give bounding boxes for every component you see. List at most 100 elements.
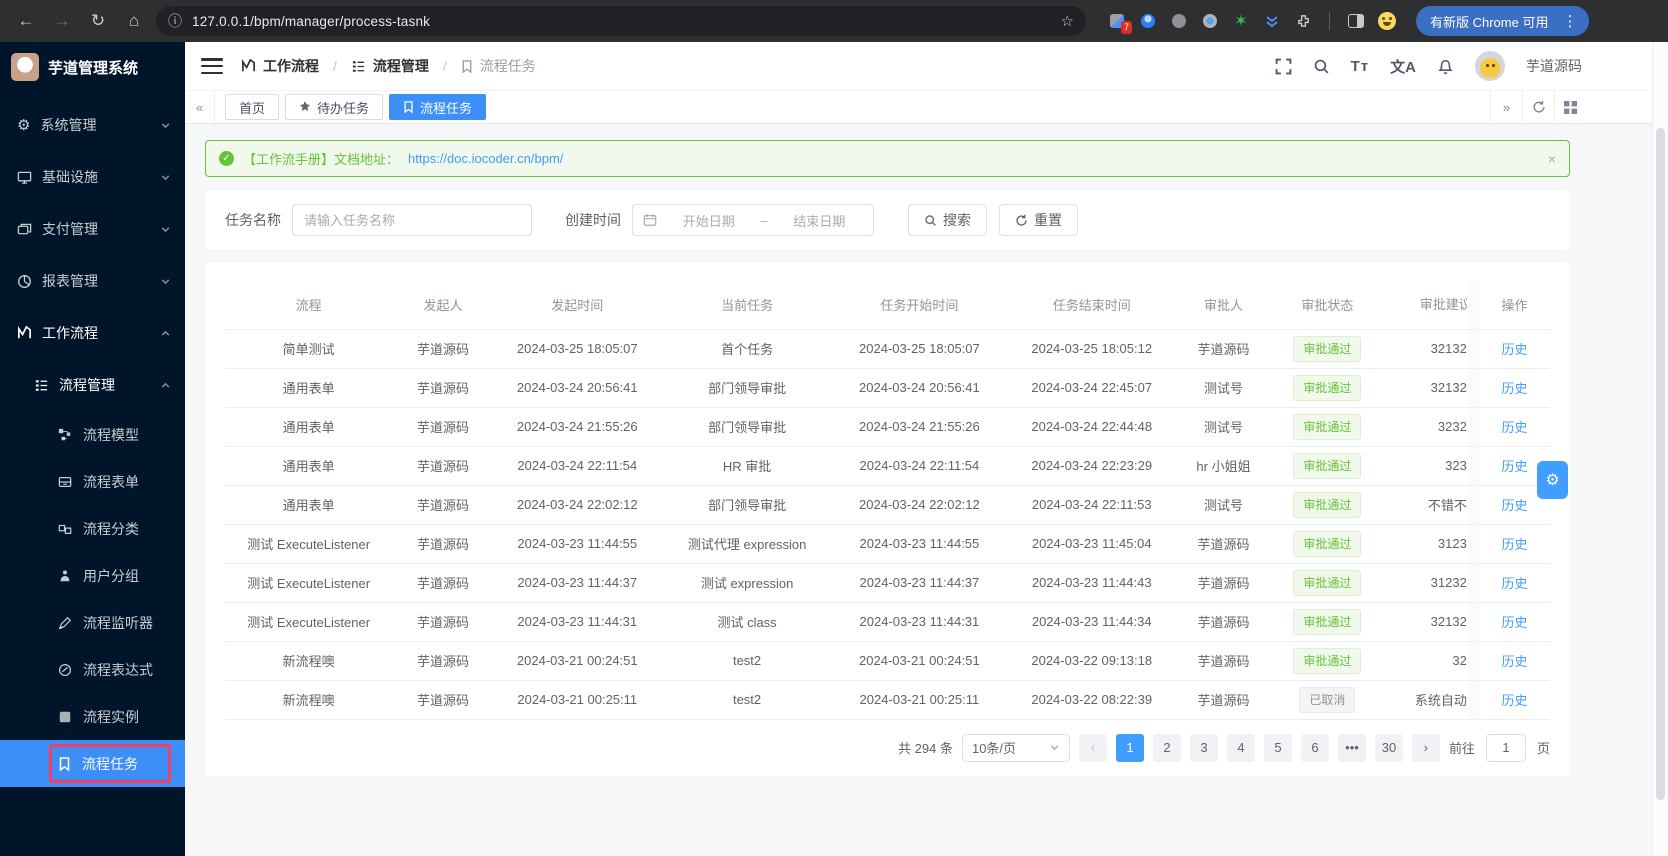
date-range-picker[interactable]: 开始日期 – 结束日期 <box>632 204 874 236</box>
language-icon[interactable]: 文A <box>1390 56 1416 77</box>
page-button[interactable]: 2 <box>1152 733 1181 762</box>
collapse-menu-icon[interactable] <box>201 58 223 74</box>
sidebar-item-process-mgmt[interactable]: 流程管理 <box>0 359 185 411</box>
table-scrollbar-gutter[interactable] <box>1468 329 1479 369</box>
table-scrollbar-gutter[interactable] <box>1468 446 1479 486</box>
tabs-scroll-right-icon[interactable]: » <box>1490 91 1522 123</box>
extension-icon[interactable]: 7 <box>1108 12 1132 34</box>
site-info-icon[interactable]: ⓘ <box>168 11 182 31</box>
extension-icon[interactable] <box>1170 12 1188 30</box>
home-icon[interactable]: ⌂ <box>120 7 148 35</box>
history-link[interactable]: 历史 <box>1501 654 1527 669</box>
table-row[interactable]: 测试 ExecuteListener 芋道源码 2024-03-23 11:44… <box>225 524 1550 564</box>
fullscreen-icon[interactable] <box>1275 58 1292 75</box>
table-scrollbar-gutter[interactable] <box>1468 407 1479 447</box>
doc-link[interactable]: https://doc.iocoder.cn/bpm/ <box>408 151 563 166</box>
table-scrollbar-gutter[interactable] <box>1468 485 1479 525</box>
table-row[interactable]: 测试 ExecuteListener 芋道源码 2024-03-23 11:44… <box>225 563 1550 603</box>
page-button[interactable]: 4 <box>1226 733 1255 762</box>
page-button[interactable]: 1 <box>1115 733 1144 762</box>
table-row[interactable]: 通用表单 芋道源码 2024-03-24 22:11:54 HR 审批 2024… <box>225 446 1550 486</box>
sidebar-item-process-model[interactable]: 流程模型 <box>0 411 185 458</box>
table-row[interactable]: 新流程噢 芋道源码 2024-03-21 00:24:51 test2 2024… <box>225 641 1550 681</box>
username[interactable]: 芋道源码 <box>1526 56 1582 76</box>
extension-icon[interactable]: ✶ <box>1232 12 1250 30</box>
table-scrollbar-gutter[interactable] <box>1468 680 1479 720</box>
address-bar[interactable]: ⓘ 127.0.0.1/bpm/manager/process-tasnk ☆ <box>156 6 1086 36</box>
forward-icon[interactable]: → <box>48 7 76 35</box>
history-link[interactable]: 历史 <box>1501 381 1527 396</box>
sidebar-item-process-task[interactable]: 流程任务 <box>0 740 185 787</box>
page-scrollbar-track[interactable] <box>1652 42 1668 856</box>
font-size-icon[interactable]: Tт <box>1351 58 1370 75</box>
history-link[interactable]: 历史 <box>1501 459 1527 474</box>
search-icon[interactable] <box>1313 58 1330 75</box>
prev-page-button[interactable]: ‹ <box>1078 733 1107 762</box>
table-scrollbar-gutter[interactable] <box>1468 641 1479 681</box>
page-button[interactable]: 3 <box>1189 733 1218 762</box>
tab-todo[interactable]: 待办任务 <box>285 94 384 120</box>
history-link[interactable]: 历史 <box>1501 615 1527 630</box>
sidebar-item-system[interactable]: ⚙ 系统管理 <box>0 99 185 151</box>
page-scrollbar-thumb[interactable] <box>1656 128 1665 800</box>
sidebar-item-process-instance[interactable]: 流程实例 <box>0 693 185 740</box>
page-size-select[interactable]: 10条/页 <box>961 733 1070 762</box>
table-row[interactable]: 简单测试 芋道源码 2024-03-25 18:05:07 首个任务 2024-… <box>225 329 1550 369</box>
close-icon[interactable]: × <box>1548 151 1556 167</box>
url-text[interactable]: 127.0.0.1/bpm/manager/process-tasnk <box>192 14 1051 29</box>
chrome-update-button[interactable]: 有新版 Chrome 可用 ⋮ <box>1416 6 1590 36</box>
sidebar-item-process-form[interactable]: 流程表单 <box>0 458 185 505</box>
search-button[interactable]: 搜索 <box>908 204 987 236</box>
breadcrumb-workflow[interactable]: 工作流程 <box>241 56 319 76</box>
table-row[interactable]: 通用表单 芋道源码 2024-03-24 21:55:26 部门领导审批 202… <box>225 407 1550 447</box>
page-button[interactable]: 5 <box>1263 733 1292 762</box>
history-link[interactable]: 历史 <box>1501 420 1527 435</box>
table-scrollbar-gutter[interactable] <box>1468 602 1479 642</box>
page-button[interactable]: 6 <box>1300 733 1329 762</box>
user-avatar[interactable] <box>1475 51 1505 81</box>
side-panel-icon[interactable] <box>1347 12 1365 30</box>
table-row[interactable]: 测试 ExecuteListener 芋道源码 2024-03-23 11:44… <box>225 602 1550 642</box>
sidebar-item-workflow[interactable]: 工作流程 <box>0 307 185 359</box>
bookmark-star-icon[interactable]: ☆ <box>1061 12 1074 30</box>
table-scrollbar-gutter[interactable] <box>1468 368 1479 408</box>
next-page-button[interactable]: › <box>1411 733 1440 762</box>
table-scrollbar-gutter[interactable] <box>1468 281 1479 330</box>
tab-home[interactable]: 首页 <box>225 94 280 120</box>
chrome-menu-icon[interactable]: ⋮ <box>1556 12 1583 30</box>
history-link[interactable]: 历史 <box>1501 576 1527 591</box>
sidebar-item-process-listener[interactable]: 流程监听器 <box>0 599 185 646</box>
notification-bell-icon[interactable] <box>1437 58 1454 75</box>
extension-icon[interactable] <box>1139 12 1157 30</box>
table-row[interactable]: 新流程噢 芋道源码 2024-03-21 00:25:11 test2 2024… <box>225 680 1550 720</box>
table-row[interactable]: 通用表单 芋道源码 2024-03-24 22:02:12 部门领导审批 202… <box>225 485 1550 525</box>
history-link[interactable]: 历史 <box>1501 498 1527 513</box>
table-scrollbar-gutter[interactable] <box>1468 563 1479 603</box>
extension-icon[interactable] <box>1263 12 1281 30</box>
tab-options-grid-icon[interactable] <box>1554 91 1586 123</box>
extension-icon[interactable] <box>1201 12 1219 30</box>
app-logo[interactable]: 芋道管理系统 <box>0 42 185 92</box>
extensions-puzzle-icon[interactable] <box>1294 12 1312 30</box>
breadcrumb-process-mgmt[interactable]: 流程管理 <box>351 56 429 76</box>
table-row[interactable]: 通用表单 芋道源码 2024-03-24 20:56:41 部门领导审批 202… <box>225 368 1550 408</box>
table-scrollbar-gutter[interactable] <box>1468 524 1479 564</box>
sidebar-item-report[interactable]: 报表管理 <box>0 255 185 307</box>
reload-icon[interactable]: ↻ <box>84 7 112 35</box>
history-link[interactable]: 历史 <box>1501 537 1527 552</box>
history-link[interactable]: 历史 <box>1501 693 1527 708</box>
refresh-page-icon[interactable] <box>1522 91 1554 123</box>
history-link[interactable]: 历史 <box>1501 342 1527 357</box>
sidebar-item-payment[interactable]: 支付管理 <box>0 203 185 255</box>
tabs-scroll-left-icon[interactable]: « <box>185 91 215 123</box>
sidebar-item-process-category[interactable]: 流程分类 <box>0 505 185 552</box>
page-button[interactable]: 30 <box>1374 733 1403 762</box>
sidebar-item-user-group[interactable]: 用户分组 <box>0 552 185 599</box>
profile-avatar-icon[interactable] <box>1378 12 1396 30</box>
back-icon[interactable]: ← <box>12 7 40 35</box>
reset-button[interactable]: 重置 <box>999 204 1078 236</box>
theme-settings-button[interactable]: ⚙ <box>1537 461 1568 499</box>
sidebar-item-infra[interactable]: 基础设施 <box>0 151 185 203</box>
page-button[interactable]: ••• <box>1337 733 1366 762</box>
tab-process-task[interactable]: 流程任务 <box>389 94 487 120</box>
